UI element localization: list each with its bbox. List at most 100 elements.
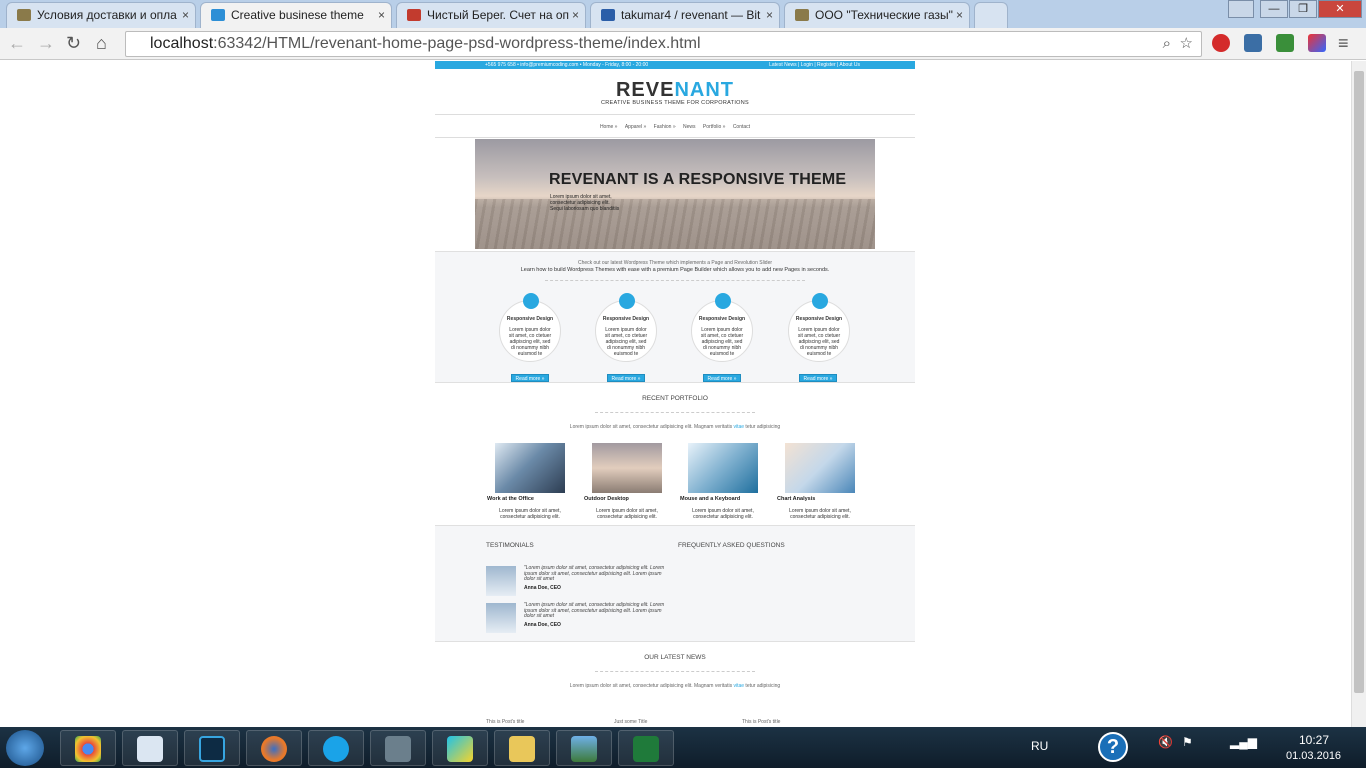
help-icon[interactable]: ?: [1098, 732, 1128, 762]
portfolio-item[interactable]: Outdoor Desktop Lorem ipsum dolor sit ame…: [584, 443, 662, 520]
scrollbar-thumb[interactable]: [1354, 71, 1364, 693]
tab-bitbucket[interactable]: takumar4 / revenant — Bit ×: [590, 2, 780, 28]
taskbar-explorer[interactable]: [122, 730, 178, 766]
testimonials-title: TESTIMONIALS: [486, 542, 534, 549]
faq-title: FREQUENTLY ASKED QUESTIONS: [678, 542, 785, 549]
portfolio-item-title[interactable]: Work at the Office: [487, 496, 565, 502]
vk-extension-icon[interactable]: [1244, 34, 1262, 52]
download-extension-icon[interactable]: [1276, 34, 1294, 52]
taskbar-excel[interactable]: [618, 730, 674, 766]
portfolio-item-title[interactable]: Mouse and a Keyboard: [680, 496, 758, 502]
tab-close-icon[interactable]: ×: [378, 3, 385, 27]
minimize-button[interactable]: —: [1260, 0, 1288, 18]
clock-time[interactable]: 10:27: [1299, 733, 1329, 747]
flag-icon[interactable]: ⚑: [1182, 735, 1193, 749]
avatar: [486, 566, 516, 596]
portfolio-image[interactable]: [495, 443, 565, 493]
volume-icon[interactable]: 🔇: [1158, 735, 1173, 749]
portfolio-item[interactable]: Work at the Office Lorem ipsum dolor sit …: [487, 443, 565, 520]
testimonial-quote: "Lorem ipsum dolor sit amet, consectetur…: [524, 565, 665, 582]
bookmark-star-icon[interactable]: ☆: [1180, 32, 1193, 56]
read-more-button[interactable]: Read more »: [703, 374, 741, 382]
portfolio-image[interactable]: [592, 443, 662, 493]
news-post-title[interactable]: This is Post's title: [486, 719, 524, 725]
reload-icon[interactable]: ↻: [66, 32, 81, 54]
taskbar-photoshop[interactable]: [184, 730, 240, 766]
zoom-icon[interactable]: ⌕: [1163, 32, 1171, 56]
testimonial-author: Anna Doe, CEO: [524, 585, 561, 591]
page-scrollbar[interactable]: [1351, 61, 1366, 727]
top-links[interactable]: Latest News | Login | Register | About U…: [769, 61, 860, 69]
taskbar-chrome[interactable]: [60, 730, 116, 766]
logo-part-b: NANT: [674, 79, 734, 101]
tab-favicon-icon: [795, 9, 809, 21]
tab-favicon-icon: [211, 9, 225, 21]
nav-contact[interactable]: Contact: [733, 124, 750, 130]
nav-portfolio[interactable]: Portfolio »: [703, 124, 726, 130]
subtitle-text: tetur adipisicing: [744, 424, 781, 430]
tab-favicon-icon: [601, 9, 615, 21]
nav-fashion[interactable]: Fashion »: [654, 124, 676, 130]
taskbar-firefox[interactable]: [246, 730, 302, 766]
tab-tech-gases[interactable]: ООО "Технические газы" ×: [784, 2, 970, 28]
feature-title: Responsive Design: [602, 316, 650, 322]
user-button[interactable]: [1228, 0, 1254, 18]
start-button[interactable]: [6, 730, 44, 766]
taskbar-photo-viewer[interactable]: [556, 730, 612, 766]
tab-delivery[interactable]: Условия доставки и опла ×: [6, 2, 196, 28]
portfolio-item-text: Lorem ipsum dolor sit amet, consectetur …: [499, 508, 561, 520]
photo-viewer-icon: [571, 736, 597, 762]
menu-icon[interactable]: ≡: [1338, 32, 1349, 54]
nav-apparel[interactable]: Apparel »: [625, 124, 646, 130]
subtitle-link[interactable]: vitae: [733, 424, 744, 430]
news-post-title[interactable]: This is Post's title: [742, 719, 780, 725]
portfolio-image[interactable]: [688, 443, 758, 493]
news-post-title[interactable]: Just some Title: [614, 719, 647, 725]
home-icon[interactable]: ⌂: [96, 32, 107, 54]
forward-icon[interactable]: →: [37, 32, 55, 54]
tab-creative-theme[interactable]: Creative businese theme ×: [200, 2, 392, 28]
portfolio-item[interactable]: Chart Analysis Lorem ipsum dolor sit amet…: [777, 443, 855, 520]
nav-news[interactable]: News: [683, 124, 696, 130]
portfolio-item-title[interactable]: Chart Analysis: [777, 496, 855, 502]
tab-favicon-icon: [17, 9, 31, 21]
portfolio-item-title[interactable]: Outdoor Desktop: [584, 496, 662, 502]
signal-icon[interactable]: ▂▄▆: [1230, 735, 1257, 749]
read-more-button[interactable]: Read more »: [607, 374, 645, 382]
portfolio-item[interactable]: Mouse and a Keyboard Lorem ipsum dolor si…: [680, 443, 758, 520]
contact-info: +565 975 658 • info@premiumcoding.com • …: [485, 62, 649, 68]
address-bar[interactable]: localhost:63342/HTML/revenant-home-page-…: [125, 31, 1202, 57]
subtitle-link[interactable]: vitae: [733, 683, 744, 689]
read-more-button[interactable]: Read more »: [511, 374, 549, 382]
language-indicator[interactable]: RU: [1031, 739, 1048, 753]
tab-close-icon[interactable]: ×: [956, 3, 963, 27]
tab-chisty-bereg[interactable]: Чистый Берег. Счет на оп ×: [396, 2, 586, 28]
portfolio-title: RECENT PORTFOLIO: [642, 395, 708, 402]
tab-close-icon[interactable]: ×: [572, 3, 579, 27]
maximize-button[interactable]: ❐: [1289, 0, 1317, 18]
clock-date[interactable]: 01.03.2016: [1286, 750, 1341, 762]
portfolio-image[interactable]: [785, 443, 855, 493]
new-tab-button[interactable]: [974, 2, 1008, 28]
read-more-button[interactable]: Read more »: [799, 374, 837, 382]
document-icon: [137, 736, 163, 762]
taskbar-skype[interactable]: [308, 730, 364, 766]
feature-icon: [715, 293, 731, 309]
site-logo[interactable]: REVENANT: [435, 79, 915, 102]
opera-extension-icon[interactable]: [1212, 34, 1230, 52]
feature-card: Responsive Design Lorem ipsum dolor sit a…: [788, 293, 850, 362]
close-window-button[interactable]: ✕: [1318, 0, 1362, 18]
tab-close-icon[interactable]: ×: [182, 3, 189, 27]
color-extension-icon[interactable]: [1308, 34, 1326, 52]
folder-icon: [509, 736, 535, 762]
tab-close-icon[interactable]: ×: [766, 3, 773, 27]
hero-text: Lorem ipsum dolor sit amet, consectetur …: [550, 194, 620, 212]
taskbar-city-info[interactable]: [370, 730, 426, 766]
back-icon[interactable]: ←: [8, 32, 26, 54]
nav-home[interactable]: Home »: [600, 124, 618, 130]
feature-text: Lorem ipsum dolor sit amet, co ctetuer a…: [604, 327, 648, 357]
taskbar-webstorm[interactable]: [432, 730, 488, 766]
divider: [595, 671, 755, 672]
divider: [595, 412, 755, 413]
taskbar-folder[interactable]: [494, 730, 550, 766]
